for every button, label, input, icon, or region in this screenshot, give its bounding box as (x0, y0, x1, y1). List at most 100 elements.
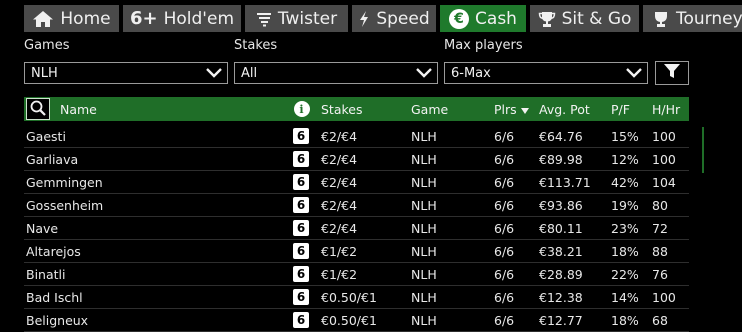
column-header-avg-pot[interactable]: Avg. Pot (539, 97, 590, 121)
stakes-select[interactable]: All (234, 62, 438, 84)
game-cell: NLH (411, 289, 437, 305)
max-seats-badge: 6 (293, 243, 309, 259)
stakes-cell: €1/€2 (321, 266, 358, 282)
avg-pot-cell: €93.86 (539, 197, 583, 213)
trophy-icon (652, 10, 670, 28)
players-cell: 6/6 (494, 312, 515, 328)
hands-per-hour-cell: 88 (652, 243, 668, 259)
column-header-name[interactable]: Name (60, 97, 97, 121)
max-seats-badge: 6 (293, 220, 309, 236)
list-scrollbar[interactable] (702, 127, 704, 173)
table-row[interactable]: Altarejos 6 €1/€2 NLH 6/6 €38.21 18% 88 (24, 240, 689, 263)
tab-label: Cash (475, 8, 517, 29)
pf-cell: 15% (611, 128, 639, 144)
games-filter-label: Games (24, 38, 70, 53)
games-select[interactable]: NLH (24, 62, 228, 84)
players-cell: 6/6 (494, 197, 515, 213)
hands-per-hour-cell: 80 (652, 197, 668, 213)
search-icon (30, 100, 46, 119)
info-button[interactable]: i (293, 97, 310, 121)
column-header-pf[interactable]: P/F (611, 97, 630, 121)
players-cell: 6/6 (494, 174, 515, 190)
stakes-cell: €2/€4 (321, 220, 358, 236)
pf-cell: 12% (611, 151, 639, 167)
table-name: Gossenheim (26, 197, 104, 213)
stakes-cell: €2/€4 (321, 128, 358, 144)
game-cell: NLH (411, 174, 437, 190)
players-cell: 6/6 (494, 151, 515, 167)
filter-icon (664, 63, 680, 83)
tab-twister[interactable]: Twister (245, 5, 348, 32)
game-cell: NLH (411, 128, 437, 144)
max-seats-badge: 6 (293, 151, 309, 167)
game-cell: NLH (411, 220, 437, 236)
max-players-select[interactable]: 6-Max (444, 62, 648, 84)
chevron-down-icon (205, 67, 223, 79)
table-row[interactable]: Gaesti 6 €2/€4 NLH 6/6 €64.76 15% 100 (24, 125, 689, 148)
game-cell: NLH (411, 243, 437, 259)
table-row[interactable]: Beligneux 6 €0.50/€1 NLH 6/6 €12.77 18% … (24, 309, 689, 332)
table-name: Gaesti (26, 128, 66, 144)
table-name: Nave (26, 220, 59, 236)
games-select-value: NLH (31, 65, 58, 81)
tab-label: Tourney (676, 8, 742, 29)
hands-per-hour-cell: 76 (652, 266, 668, 282)
pf-cell: 22% (611, 266, 639, 282)
pf-cell: 42% (611, 174, 639, 190)
pf-cell: 18% (611, 312, 639, 328)
max-players-filter-label: Max players (444, 38, 523, 53)
hands-per-hour-cell: 100 (652, 128, 676, 144)
column-header-stakes[interactable]: Stakes (321, 97, 363, 121)
hands-per-hour-cell: 100 (652, 289, 676, 305)
stakes-cell: €2/€4 (321, 151, 358, 167)
column-header-hhr[interactable]: H/Hr (652, 97, 680, 121)
info-icon: i (293, 101, 310, 117)
pf-cell: 18% (611, 243, 639, 259)
max-seats-badge: 6 (293, 128, 309, 144)
cash-table-list: Gaesti 6 €2/€4 NLH 6/6 €64.76 15% 100 Ga… (24, 125, 689, 332)
tab-tourney[interactable]: Tourney (643, 5, 742, 32)
game-type-tabs: Home 6+ Hold'em Twister Speed € Cash Sit… (0, 0, 742, 34)
tab-home[interactable]: Home (24, 5, 119, 32)
table-row[interactable]: Gemmingen 6 €2/€4 NLH 6/6 €113.71 42% 10… (24, 171, 689, 194)
table-name: Binatli (26, 266, 66, 282)
tab-cash[interactable]: € Cash (440, 5, 526, 32)
hands-per-hour-cell: 72 (652, 220, 668, 236)
table-row[interactable]: Binatli 6 €1/€2 NLH 6/6 €28.89 22% 76 (24, 263, 689, 286)
game-cell: NLH (411, 266, 437, 282)
table-row[interactable]: Garliava 6 €2/€4 NLH 6/6 €89.98 12% 100 (24, 148, 689, 171)
sort-desc-icon (520, 102, 529, 117)
tab-label: Sit & Go (561, 8, 632, 29)
tab-sit-and-go[interactable]: Sit & Go (530, 5, 639, 32)
players-cell: 6/6 (494, 128, 515, 144)
chevron-down-icon (415, 67, 433, 79)
stakes-cell: €0.50/€1 (321, 289, 377, 305)
avg-pot-cell: €28.89 (539, 266, 583, 282)
table-name: Beligneux (26, 312, 89, 328)
stakes-select-value: All (241, 65, 258, 81)
tab-holdem[interactable]: 6+ Hold'em (123, 5, 241, 32)
avg-pot-cell: €113.71 (539, 174, 591, 190)
max-players-select-value: 6-Max (451, 65, 491, 81)
trophy-icon (538, 10, 556, 28)
stakes-cell: €2/€4 (321, 174, 358, 190)
filter-button[interactable] (655, 61, 689, 85)
avg-pot-cell: €12.38 (539, 289, 583, 305)
column-header-game[interactable]: Game (411, 97, 448, 121)
tab-speed[interactable]: Speed (352, 5, 436, 32)
table-row[interactable]: Nave 6 €2/€4 NLH 6/6 €80.11 23% 72 (24, 217, 689, 240)
tab-label: Hold'em (163, 8, 234, 29)
table-row[interactable]: Bad Ischl 6 €0.50/€1 NLH 6/6 €12.38 14% … (24, 286, 689, 309)
table-name: Altarejos (26, 243, 81, 259)
tab-label: Home (60, 8, 111, 29)
hands-per-hour-cell: 68 (652, 312, 668, 328)
column-header-plrs[interactable]: Plrs (494, 97, 529, 121)
max-seats-badge: 6 (293, 289, 309, 305)
avg-pot-cell: €38.21 (539, 243, 583, 259)
table-search-button[interactable] (26, 98, 50, 120)
pf-cell: 23% (611, 220, 639, 236)
table-row[interactable]: Gossenheim 6 €2/€4 NLH 6/6 €93.86 19% 80 (24, 194, 689, 217)
max-seats-badge: 6 (293, 174, 309, 190)
avg-pot-cell: €64.76 (539, 128, 583, 144)
hands-per-hour-cell: 104 (652, 174, 676, 190)
